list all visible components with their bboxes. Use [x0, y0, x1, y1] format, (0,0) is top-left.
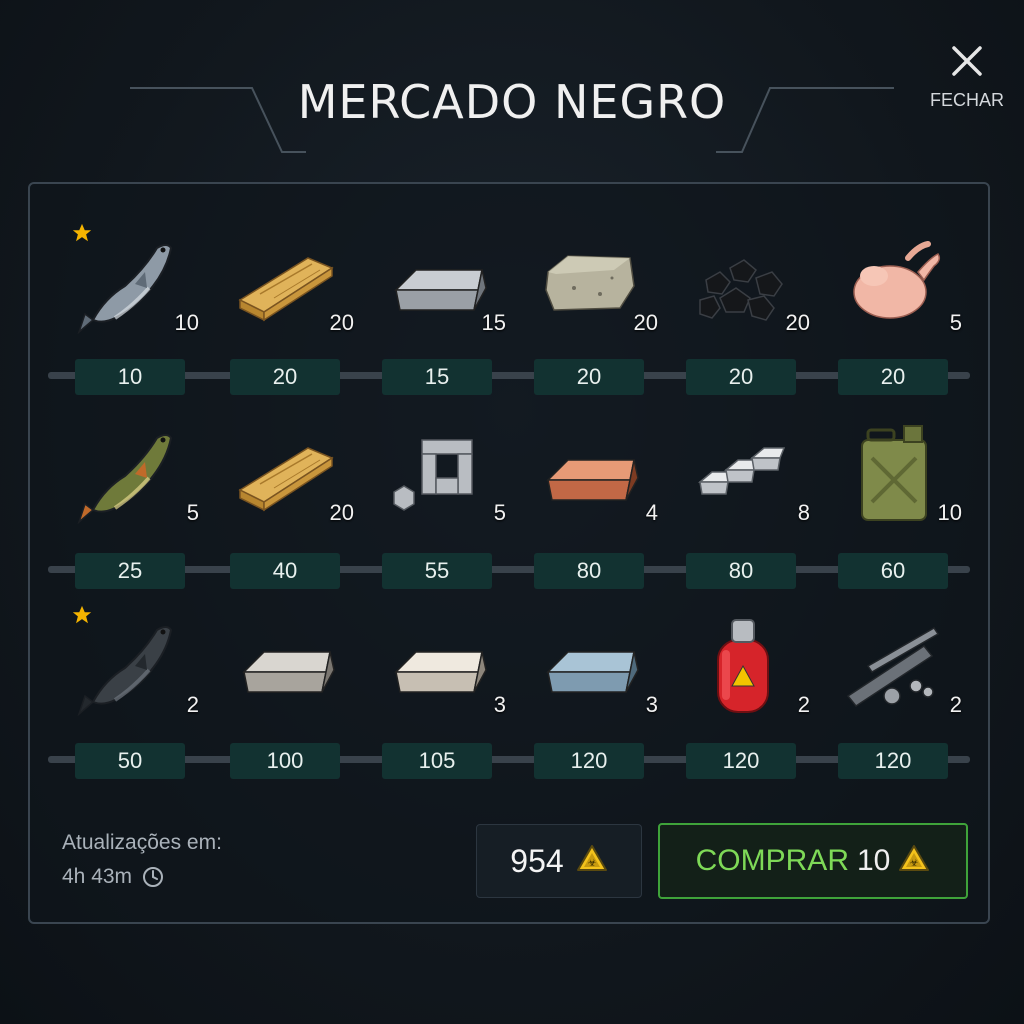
jerrycan-icon [838, 418, 948, 528]
close-icon [952, 46, 982, 76]
copper-ingot-icon [534, 418, 644, 528]
price-tag[interactable]: 20 [686, 359, 796, 395]
item-quantity: 4 [645, 500, 658, 525]
item-quantity: 5 [493, 500, 506, 525]
price-tag[interactable]: 20 [534, 359, 644, 395]
titanium-ingot-icon [382, 610, 492, 720]
header: MERCADO NEGRO FECHAR [0, 0, 1024, 170]
svg-text:☣: ☣ [587, 858, 596, 869]
item-quantity: 10 [937, 500, 962, 525]
market-item[interactable]: 3 [382, 610, 506, 740]
blue-steel-ingot-icon [534, 610, 644, 720]
clock-icon [143, 867, 164, 887]
market-item[interactable]: 15 [382, 228, 506, 358]
market-item[interactable]: 2 [686, 610, 810, 740]
price-tag[interactable]: 120 [534, 743, 644, 779]
price-tag[interactable]: 40 [230, 553, 340, 589]
market-item[interactable]: 8 [686, 418, 810, 548]
refresh-info: Atualizações em: 4h 43m [62, 826, 222, 894]
star-icon [71, 222, 93, 244]
close-label: FECHAR [930, 90, 1005, 110]
coal-icon [686, 228, 796, 338]
market-item[interactable]: 5 [838, 228, 962, 358]
price-rail [48, 372, 970, 379]
item-quantity: 3 [645, 692, 658, 717]
item-quantity: 5 [186, 500, 199, 525]
market-item[interactable]: 20 [230, 228, 354, 358]
item-quantity: 20 [329, 500, 354, 525]
market-item[interactable]: 20 [686, 228, 810, 358]
balance-value: 954 [510, 842, 564, 879]
market-item[interactable]: 5 [75, 418, 199, 548]
wood-plank-icon [230, 228, 340, 338]
currency-balance: 954 ☣ [476, 824, 642, 898]
item-quantity: 20 [633, 310, 658, 335]
raw-chicken-icon [838, 228, 948, 338]
star-icon [71, 604, 93, 626]
market-item[interactable]: 5 [382, 418, 506, 548]
market-item[interactable]: 10 [72, 223, 199, 358]
item-quantity: 20 [785, 310, 810, 335]
hazard-token-icon: ☣ [576, 843, 608, 880]
market-item[interactable]: 20 [534, 228, 658, 358]
item-quantity: 2 [186, 692, 199, 717]
price-tag[interactable]: 25 [75, 553, 185, 589]
price-tag[interactable]: 80 [534, 553, 644, 589]
buy-button[interactable]: COMPRAR 10 ☣ [658, 823, 968, 899]
price-tag[interactable]: 120 [838, 743, 948, 779]
price-tag[interactable]: 120 [686, 743, 796, 779]
price-tag[interactable]: 60 [838, 553, 948, 589]
price-tag[interactable]: 10 [75, 359, 185, 395]
price-rail [48, 756, 970, 763]
market-item[interactable]: 3 [534, 610, 658, 740]
buy-label: COMPRAR [695, 844, 849, 877]
price-tag[interactable]: 20 [838, 359, 948, 395]
market-item[interactable]: 2 [838, 610, 962, 740]
item-quantity: 15 [481, 310, 506, 335]
gas-cylinder-icon [686, 610, 796, 720]
item-quantity: 8 [797, 500, 810, 525]
market-item[interactable]: 10 [838, 418, 962, 548]
market-item[interactable]: 4 [534, 418, 658, 548]
metal-parts-icon [382, 418, 492, 528]
wood-plank-icon [230, 418, 340, 528]
price-tag[interactable]: 50 [75, 743, 185, 779]
refresh-timer: 4h 43m [62, 865, 133, 888]
pipes-icon [838, 610, 948, 720]
market-item[interactable] [230, 610, 340, 740]
steel-ingot-icon [230, 610, 340, 720]
page-title: MERCADO NEGRO [297, 75, 727, 129]
stone-block-icon [534, 228, 644, 338]
refresh-label: Atualizações em: [62, 831, 222, 854]
close-button[interactable]: FECHAR [930, 44, 1004, 120]
market-item[interactable]: 20 [230, 418, 354, 548]
item-quantity: 2 [949, 692, 962, 717]
hazard-token-icon: ☣ [898, 843, 930, 880]
price-tag[interactable]: 55 [382, 553, 492, 589]
item-quantity: 10 [174, 310, 199, 335]
sturgeon-fish-icon [75, 610, 185, 720]
salmon-fish-icon [75, 228, 185, 338]
market-item[interactable]: 2 [72, 605, 199, 740]
price-tag[interactable]: 15 [382, 359, 492, 395]
price-tag[interactable]: 20 [230, 359, 340, 395]
item-quantity: 3 [493, 692, 506, 717]
buy-cost: 10 [856, 844, 891, 877]
iron-ingot-icon [382, 228, 492, 338]
price-tag[interactable]: 100 [230, 743, 340, 779]
price-rail [48, 566, 970, 573]
item-quantity: 2 [797, 692, 810, 717]
pike-fish-icon [75, 418, 185, 528]
item-quantity: 20 [329, 310, 354, 335]
price-tag[interactable]: 105 [382, 743, 492, 779]
svg-text:☣: ☣ [910, 858, 919, 869]
silver-bars-icon [686, 418, 796, 528]
item-quantity: 5 [949, 310, 962, 335]
price-tag[interactable]: 80 [686, 553, 796, 589]
